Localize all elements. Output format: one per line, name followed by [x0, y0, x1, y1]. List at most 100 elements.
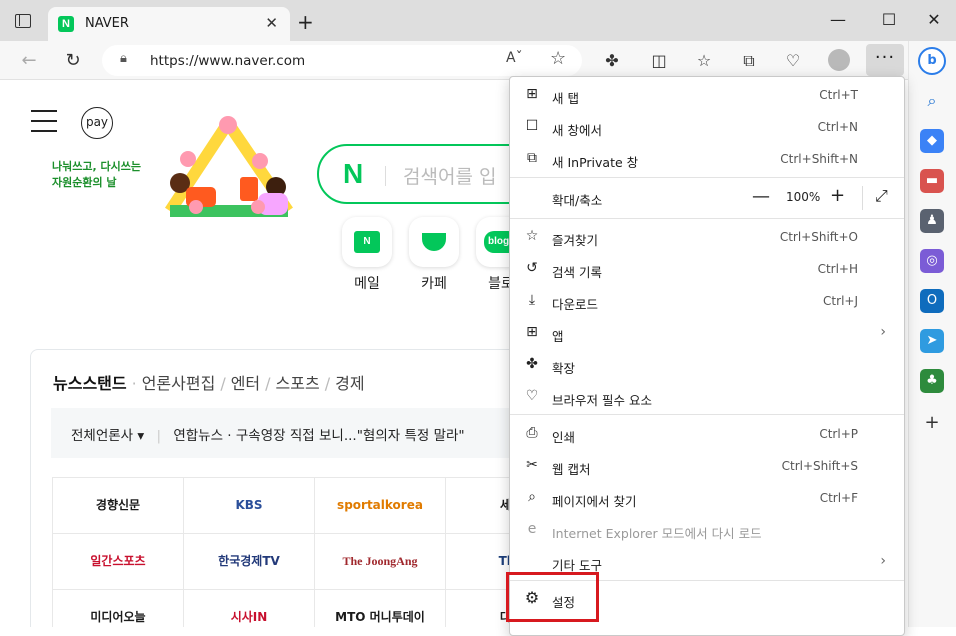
menu-item-shortcut: Ctrl+Shift+O	[779, 230, 858, 244]
mail-label[interactable]: 메일	[342, 273, 392, 293]
press-logo[interactable]: The JoongAng	[314, 533, 446, 590]
settings-and-more-menu: ⊞ 새 탭 Ctrl+T ☐ 새 창에서 Ctrl+N ⧉ 새 InPrivat…	[509, 76, 905, 636]
lock-icon[interactable]: 🔒︎	[120, 51, 127, 66]
favorites-toolbar-icon[interactable]: ☆	[693, 50, 715, 72]
fullscreen-icon[interactable]: ⤢	[875, 186, 888, 206]
cafe-icon	[422, 233, 446, 251]
menu-item-extensions[interactable]: ✤ 확장	[510, 350, 904, 382]
menu-item-apps[interactable]: ⊞ 앱 ›	[510, 318, 904, 350]
zoom-in-button[interactable]: +	[830, 185, 845, 206]
settings-and-more-button[interactable]: ···	[866, 44, 904, 76]
news-ticker: 전체언론사 ▾ | 연합뉴스 · 구속영장 직접 보니..."혐의자 특정 말라…	[51, 408, 541, 458]
url-text[interactable]: https://www.naver.com	[150, 53, 305, 69]
read-aloud-icon[interactable]: Aˇ	[506, 50, 523, 66]
slogan-line-1: 나눠쓰고, 다시쓰는	[52, 160, 141, 173]
hamburger-menu-icon[interactable]	[31, 110, 57, 140]
tab-entertainment[interactable]: 엔터	[231, 374, 260, 393]
menu-item-history[interactable]: ↺ 검색 기록 Ctrl+H	[510, 254, 904, 286]
tab-strip: N NAVER ✕ + — ☐ ✕	[0, 0, 956, 41]
newsstand-panel: 뉴스스탠드 · 언론사편집 / 엔터 / 스포츠 / 경제 전체언론사 ▾ | 연합뉴스 · 구…	[30, 349, 577, 627]
find-icon: ⌕	[528, 489, 536, 505]
tab-naver[interactable]: N NAVER ✕	[48, 7, 290, 41]
menu-item-label: 인쇄	[552, 430, 576, 445]
collections-icon[interactable]: ⧉	[738, 50, 760, 72]
menu-item-shortcut: Ctrl+P	[819, 427, 858, 441]
zoom-out-button[interactable]: —	[752, 186, 770, 207]
menu-zoom-row: 확대/축소 — 100% + ⤢	[510, 182, 904, 214]
menu-item-new-tab[interactable]: ⊞ 새 탭 Ctrl+T	[510, 80, 904, 112]
tab-press-edit[interactable]: 언론사편집	[142, 374, 216, 393]
bing-copilot-icon[interactable]: b	[918, 47, 946, 75]
search-icon[interactable]: ⌕	[920, 89, 944, 113]
menu-item-shortcut: Ctrl+F	[819, 491, 858, 505]
browser-essentials-toolbar-icon[interactable]: ♡	[782, 50, 804, 72]
menu-item-favorites[interactable]: ☆ 즐겨찾기 Ctrl+Shift+O	[510, 222, 904, 254]
back-icon[interactable]: ←	[17, 49, 41, 73]
favorite-star-icon[interactable]: ☆	[550, 48, 566, 69]
tab-actions-icon[interactable]	[15, 14, 31, 28]
press-logo[interactable]: KBS	[183, 477, 315, 534]
tree-icon[interactable]: ♣	[920, 369, 944, 393]
menu-item-label: 브라우저 필수 요소	[552, 393, 652, 408]
menu-item-web-capture[interactable]: ✂ 웹 캡처 Ctrl+Shift+S	[510, 451, 904, 483]
menu-item-shortcut: Ctrl+Shift+S	[781, 459, 858, 473]
tab-newsstand[interactable]: 뉴스스탠드	[53, 374, 127, 393]
press-logo[interactable]: 미디어오늘	[52, 589, 184, 627]
cafe-label[interactable]: 카페	[409, 273, 459, 293]
tab-economy[interactable]: 경제	[335, 374, 364, 393]
doodle-slogan[interactable]: 나눠쓰고, 다시쓰는 자원순환의 날	[52, 159, 141, 191]
shopping-icon[interactable]: ◆	[920, 129, 944, 153]
menu-item-label: 다운로드	[552, 297, 599, 312]
tab-sports[interactable]: 스포츠	[276, 374, 320, 393]
menu-item-print[interactable]: ⎙ 인쇄 Ctrl+P	[510, 419, 904, 451]
cafe-shortcut[interactable]	[409, 217, 459, 267]
ie-mode-icon: e	[527, 521, 537, 537]
split-screen-icon[interactable]: ◫	[648, 50, 670, 72]
mail-shortcut[interactable]: N	[342, 217, 392, 267]
extensions-toolbar-icon[interactable]: ✤	[601, 50, 623, 72]
press-logo[interactable]: 한국경제TV	[183, 533, 315, 590]
zoom-value: 100%	[786, 190, 821, 204]
press-logo[interactable]: 경향신문	[52, 477, 184, 534]
menu-item-ie-mode: e Internet Explorer 모드에서 다시 로드	[510, 515, 904, 547]
menu-item-new-inprivate[interactable]: ⧉ 새 InPrivate 창 Ctrl+Shift+N	[510, 144, 904, 176]
menu-item-find-on-page[interactable]: ⌕ 페이지에서 찾기 Ctrl+F	[510, 483, 904, 515]
close-window-icon[interactable]: ✕	[922, 10, 946, 29]
menu-item-browser-essentials[interactable]: ♡ 브라우저 필수 요소	[510, 382, 904, 414]
web-capture-icon: ✂	[526, 457, 538, 473]
games-icon[interactable]: ♟	[920, 209, 944, 233]
naver-logo-icon[interactable]: N	[343, 158, 363, 190]
profile-avatar[interactable]	[828, 49, 850, 71]
menu-item-label: 페이지에서 찾기	[552, 494, 637, 509]
tools-icon[interactable]: ▬	[920, 169, 944, 193]
zoom-divider	[862, 186, 863, 210]
headline-link[interactable]: 연합뉴스 · 구속영장 직접 보니..."혐의자 특정 말라"	[173, 428, 464, 444]
menu-divider	[510, 414, 904, 415]
send-icon[interactable]: ➤	[920, 329, 944, 353]
tab-title: NAVER	[85, 16, 129, 31]
menu-item-shortcut: Ctrl+Shift+N	[780, 152, 858, 166]
microsoft-365-icon[interactable]: ◎	[920, 249, 944, 273]
add-sidebar-app-icon[interactable]: +	[920, 411, 944, 435]
menu-item-new-window[interactable]: ☐ 새 창에서 Ctrl+N	[510, 112, 904, 144]
menu-item-shortcut: Ctrl+T	[819, 88, 858, 102]
minimize-icon[interactable]: —	[826, 10, 850, 29]
refresh-icon[interactable]: ↻	[61, 49, 85, 73]
search-input[interactable]: 검색어를 입	[403, 162, 496, 189]
zoom-label: 확대/축소	[552, 193, 603, 208]
menu-item-label: 검색 기록	[552, 265, 602, 280]
outlook-icon[interactable]: O	[920, 289, 944, 313]
address-bar[interactable]: 🔒︎ https://www.naver.com Aˇ ☆	[102, 45, 582, 76]
pay-icon[interactable]: pay	[81, 107, 113, 139]
press-filter-dropdown[interactable]: 전체언론사 ▾	[71, 428, 144, 444]
menu-item-downloads[interactable]: ⤓ 다운로드 Ctrl+J	[510, 286, 904, 318]
doodle-illustration[interactable]	[150, 111, 310, 223]
press-logo[interactable]: 일간스포츠	[52, 533, 184, 590]
maximize-icon[interactable]: ☐	[877, 10, 901, 29]
menu-item-label: 새 InPrivate 창	[552, 155, 639, 170]
close-tab-icon[interactable]: ✕	[265, 14, 278, 32]
new-tab-button[interactable]: +	[297, 10, 314, 34]
press-logo[interactable]: 시사IN	[183, 589, 315, 627]
press-logo[interactable]: sportalkorea	[314, 477, 446, 534]
press-logo[interactable]: MTO 머니투데이	[314, 589, 446, 627]
